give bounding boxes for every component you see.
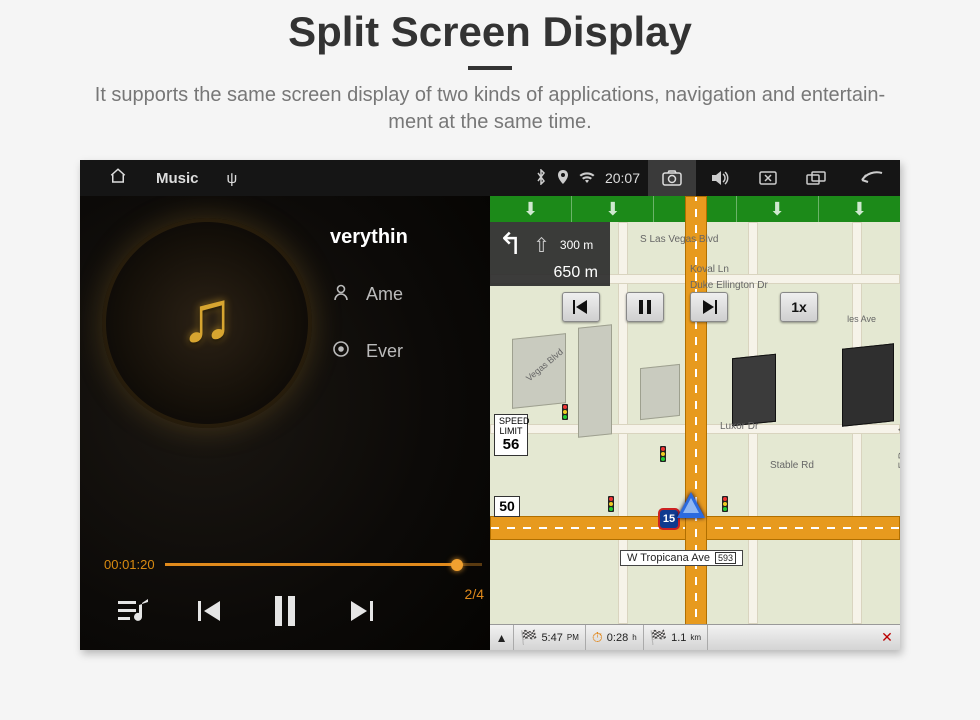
location-icon	[557, 170, 569, 187]
street-label-koval: Koval Ln	[690, 264, 729, 275]
traffic-light-icon	[608, 496, 614, 512]
street-label-suffix: les Ave	[847, 314, 876, 324]
vehicle-cursor-icon	[677, 492, 705, 518]
track-list: verythin Ame Ever	[330, 218, 480, 557]
traffic-light-icon	[562, 404, 568, 420]
flag-icon: 🏁	[650, 629, 667, 646]
navigation-pane[interactable]: ⬇⬇⬇⬇⬇ S Las Vegas Blvd Koval	[490, 196, 900, 650]
street-label-reno: E Reno Ave	[898, 416, 900, 469]
flag-icon: 🏁	[520, 629, 537, 646]
street-label-las-vegas-blvd: S Las Vegas Blvd	[640, 234, 718, 245]
building	[640, 364, 680, 420]
music-controls	[80, 572, 490, 650]
nav-bottom-bar: ▲ 🏁 5:47PM ⏱ 0:28h 🏁 1.1km ✕	[490, 624, 900, 650]
recent-apps-button[interactable]	[792, 160, 840, 196]
traffic-light-icon	[722, 496, 728, 512]
seek-bar-row: 00:01:20	[80, 557, 490, 572]
turn-arrow-icon: ↰	[498, 230, 523, 260]
track-row[interactable]: Ever	[330, 340, 480, 363]
home-icon[interactable]	[108, 167, 128, 189]
artist-icon	[330, 283, 352, 306]
pause-button[interactable]	[255, 581, 315, 641]
page-description: It supports the same screen display of t…	[0, 82, 980, 136]
overlay-prev-button[interactable]	[562, 292, 600, 322]
turn-instruction: ↰ ⇧ 300 m 650 m	[490, 222, 610, 286]
street-label-duke: Duke Ellington Dr	[690, 280, 768, 291]
volume-button[interactable]	[696, 160, 744, 196]
page-title: Split Screen Display	[0, 8, 980, 56]
overlay-pause-button[interactable]	[626, 292, 664, 322]
speed-limit-sign: SPEED LIMIT 56	[494, 414, 528, 456]
building	[578, 324, 612, 438]
building	[732, 354, 776, 427]
seek-bar[interactable]	[165, 563, 482, 566]
usb-icon: ψ	[227, 170, 238, 187]
playlist-button[interactable]	[104, 581, 164, 641]
nav-eta-duration: ⏱ 0:28h	[586, 625, 644, 650]
street-bubble-tropicana: W Tropicana Ave 593	[620, 550, 743, 566]
seek-knob[interactable]	[451, 559, 463, 571]
clock-icon: ⏱	[592, 629, 603, 646]
route-sign: 50	[494, 496, 520, 517]
title-underline	[468, 66, 512, 70]
statusbar-time: 20:07	[605, 170, 640, 186]
prev-track-button[interactable]	[180, 581, 240, 641]
album-icon	[330, 340, 352, 363]
overlay-speed-button[interactable]: 1x	[780, 292, 818, 322]
nav-eta-time: 🏁 5:47PM	[514, 625, 586, 650]
street-label-stable: Stable Rd	[770, 460, 814, 471]
track-counter: 2/4	[465, 586, 484, 602]
nav-eta-distance: 🏁 1.1km	[644, 625, 708, 650]
next-track-button[interactable]	[331, 581, 391, 641]
traffic-light-icon	[660, 446, 666, 462]
nav-close-button[interactable]: ✕	[874, 625, 900, 650]
album-art-disc: ♫	[102, 218, 312, 428]
bluetooth-icon	[535, 169, 547, 188]
status-bar: Music ψ 20:07	[80, 160, 900, 196]
nav-expand-button[interactable]: ▲	[490, 625, 514, 650]
track-row[interactable]: Ame	[330, 283, 480, 306]
wifi-icon	[579, 170, 595, 186]
device-frame: Music ψ 20:07	[80, 160, 900, 650]
overlay-next-button[interactable]	[690, 292, 728, 322]
elapsed-time: 00:01:20	[104, 557, 155, 572]
seek-fill	[165, 563, 457, 566]
track-row-current[interactable]: verythin	[330, 226, 480, 249]
screenshot-button[interactable]	[648, 160, 696, 196]
back-button[interactable]	[840, 160, 900, 196]
close-app-button[interactable]	[744, 160, 792, 196]
status-indicators: 20:07	[535, 169, 640, 188]
music-pane: ♫ verythin Ame	[80, 196, 490, 650]
street-label-luxor: Luxor Dr	[720, 421, 758, 432]
statusbar-app-label: Music	[156, 170, 199, 187]
music-note-icon: ♫	[180, 276, 234, 358]
building	[842, 343, 894, 426]
